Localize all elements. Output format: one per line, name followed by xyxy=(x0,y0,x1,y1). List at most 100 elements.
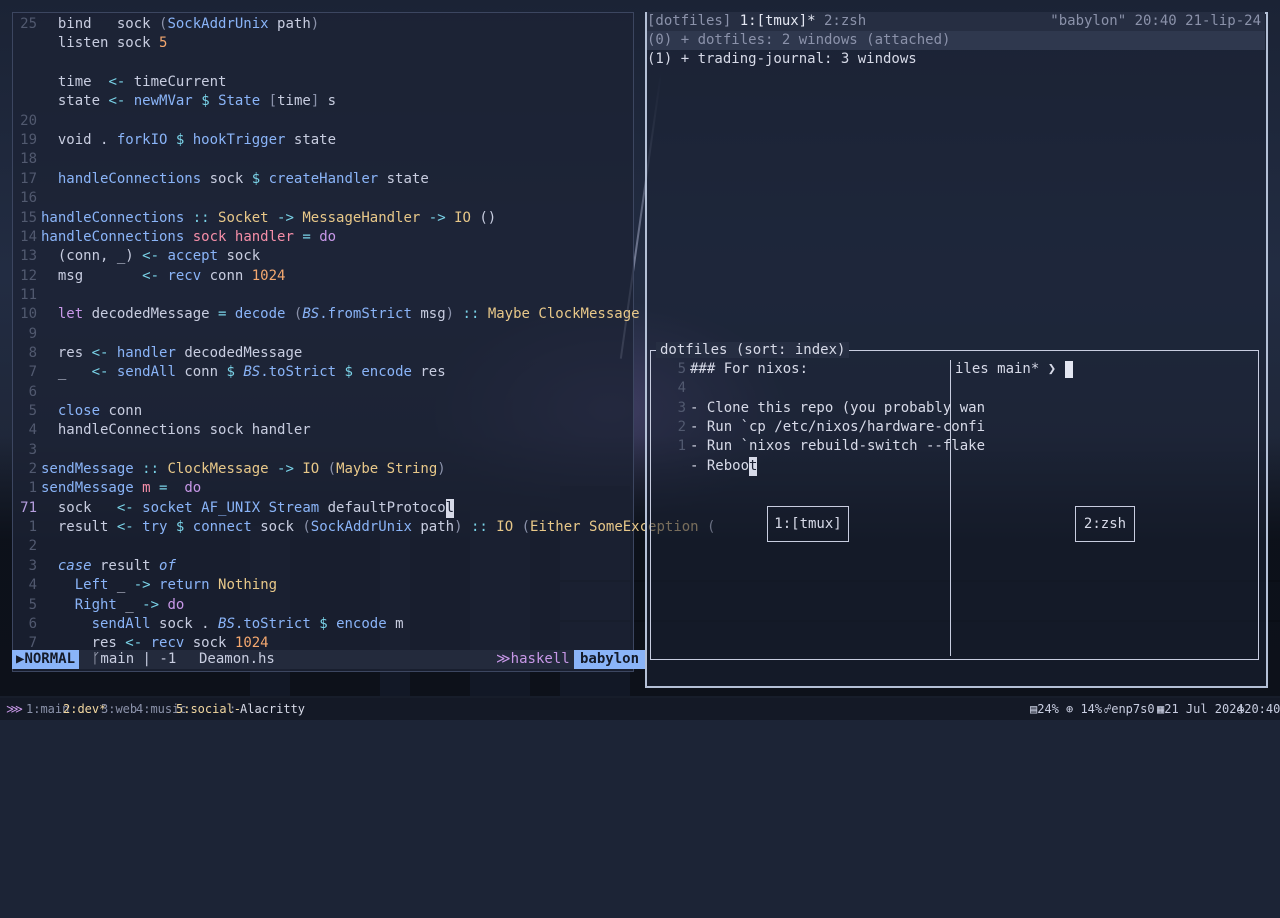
code-line[interactable]: 5 Right _ -> do xyxy=(13,596,185,615)
code-line[interactable]: 14 handleConnections sock handler = do xyxy=(13,228,336,247)
code-token: -> xyxy=(133,577,151,594)
code-line[interactable]: 2 sendMessage :: ClockMessage -> IO (Mayb… xyxy=(13,460,446,479)
code-token: recv xyxy=(150,635,185,652)
code-line[interactable]: 3 xyxy=(13,441,41,460)
code-line[interactable]: 1 result <- try $ connect sock (SockAddr… xyxy=(13,518,716,537)
workspace-item[interactable]: : xyxy=(229,698,236,720)
code-line[interactable]: 20 xyxy=(13,112,41,131)
code-token: sock xyxy=(184,635,235,652)
code-line[interactable]: 17 handleConnections sock $ createHandle… xyxy=(13,170,429,189)
code-token: try xyxy=(142,519,168,536)
code-token: path xyxy=(268,16,311,32)
line-number: 16 xyxy=(20,190,37,207)
tmux-status-bar: [dotfiles] 1:[tmux]* 2:zsh "babylon" 20:4… xyxy=(647,12,1265,31)
code-line[interactable]: 13 (conn, _) <- accept sock xyxy=(13,247,260,266)
session-item-dotfiles[interactable]: (0) + dotfiles: 2 windows (attached) xyxy=(647,31,1265,50)
code-line[interactable] xyxy=(13,54,41,73)
code-token: sendMessage xyxy=(41,461,134,478)
code-token: IO xyxy=(302,461,320,478)
tmux-session-name: [dotfiles] xyxy=(647,13,740,29)
code-token: bind xyxy=(57,16,92,32)
code-token: res xyxy=(41,635,126,652)
code-line[interactable]: 25 bind sock (SockAddrUnix path) xyxy=(13,15,319,34)
tmux-window-current[interactable]: 1:[tmux]* xyxy=(740,13,816,29)
code-token: MessageHandler xyxy=(302,209,421,226)
code-line[interactable]: 12 msg <- recv conn 1024 xyxy=(13,267,285,286)
code-line[interactable]: 6 xyxy=(13,383,41,402)
line-number: 6 xyxy=(28,615,37,632)
preview-line: 5 ### For nixos: xyxy=(676,360,808,379)
code-line[interactable]: 18 xyxy=(13,150,41,169)
code-line[interactable]: time <- timeCurrent xyxy=(13,73,227,92)
line-number: 5 xyxy=(28,596,37,613)
tmux-window-other[interactable]: 2:zsh xyxy=(816,13,866,29)
code-token: ] xyxy=(310,93,320,110)
code-line[interactable]: 4 Left _ -> return Nothing xyxy=(13,576,278,595)
code-token: ) xyxy=(445,306,455,323)
code-line[interactable]: 4 handleConnections sock handler xyxy=(13,421,311,440)
code-line[interactable]: 8 res <- handler decodedMessage xyxy=(13,344,303,363)
code-token: .fromStrict xyxy=(319,306,412,323)
prompt-text: iles main* ❯ xyxy=(955,361,1065,377)
code-token: $ xyxy=(201,93,210,110)
window-box-zsh[interactable]: 2:zsh xyxy=(1075,506,1135,542)
code-line[interactable]: 2 xyxy=(13,537,41,556)
code-token: State xyxy=(218,93,261,110)
workspace-item[interactable]: 2:dev* xyxy=(63,698,106,720)
code-token: IO xyxy=(454,209,471,226)
code-token: BS xyxy=(218,615,235,632)
git-branch: ᚴmain | -1 xyxy=(92,650,176,669)
code-line[interactable]: 5 close conn xyxy=(13,402,143,421)
code-line[interactable]: 9 xyxy=(13,325,41,344)
window-box-tmux[interactable]: 1:[tmux] xyxy=(767,506,849,542)
code-line[interactable]: 6 sendAll sock . BS.toStrict $ encode m xyxy=(13,615,404,634)
code-token: result xyxy=(41,519,117,536)
code-line[interactable]: listen sock 5 xyxy=(13,34,168,53)
code-token: IO xyxy=(496,519,514,536)
code-token: -> xyxy=(428,209,446,226)
code-token: time xyxy=(41,74,109,91)
line-number: 7 xyxy=(28,364,37,381)
code-token: res xyxy=(411,364,446,381)
code-token: $ xyxy=(319,615,328,632)
session-item-trading-journal[interactable]: (1) + trading-journal: 3 windows xyxy=(647,50,917,69)
code-token: <- xyxy=(91,364,109,381)
code-line[interactable]: 3 case result of xyxy=(13,557,176,576)
line-number: 10 xyxy=(20,306,37,323)
code-token: Socket xyxy=(218,209,269,226)
code-line[interactable]: 71 sock <- socket AF_UNIX Stream default… xyxy=(13,498,455,518)
code-line[interactable]: 7 _ <- sendAll conn $ BS.toStrict $ enco… xyxy=(13,363,446,382)
mode-label: NORMAL xyxy=(24,651,76,667)
code-token: :: xyxy=(462,306,480,323)
code-token: (conn, _) xyxy=(41,248,143,265)
code-line[interactable]: 19 void . forkIO $ hookTrigger state xyxy=(13,131,336,150)
code-token: state xyxy=(378,170,429,187)
code-line[interactable]: 11 xyxy=(13,286,41,305)
editor-pane[interactable]: 25 bind sock (SockAddrUnix path) listen … xyxy=(12,12,715,672)
date-value: 21 Jul 2024 xyxy=(1164,702,1244,716)
workspace-item[interactable]: 3:web xyxy=(101,698,137,720)
code-token: SockAddrUnix xyxy=(310,519,412,536)
code-line[interactable]: 1 sendMessage m = do xyxy=(13,479,202,498)
code-line[interactable]: 16 xyxy=(13,189,41,208)
code-token: <- xyxy=(116,499,134,516)
line-number: 19 xyxy=(20,132,37,149)
code-line[interactable]: 10 let decodedMessage = decode (BS.fromS… xyxy=(13,305,639,324)
code-token: sock xyxy=(41,499,117,516)
code-line[interactable]: state <- newMVar $ State [time] s xyxy=(13,92,336,111)
preview-line: 1- Run `nixos rebuild-switch --flake xyxy=(676,437,985,456)
code-token: state xyxy=(285,132,337,149)
code-line[interactable]: 15 handleConnections :: Socket -> Message… xyxy=(13,209,496,228)
code-token: res xyxy=(41,344,92,361)
code-token: forkIO xyxy=(116,132,168,149)
preview-line-number: 2 xyxy=(677,418,686,435)
